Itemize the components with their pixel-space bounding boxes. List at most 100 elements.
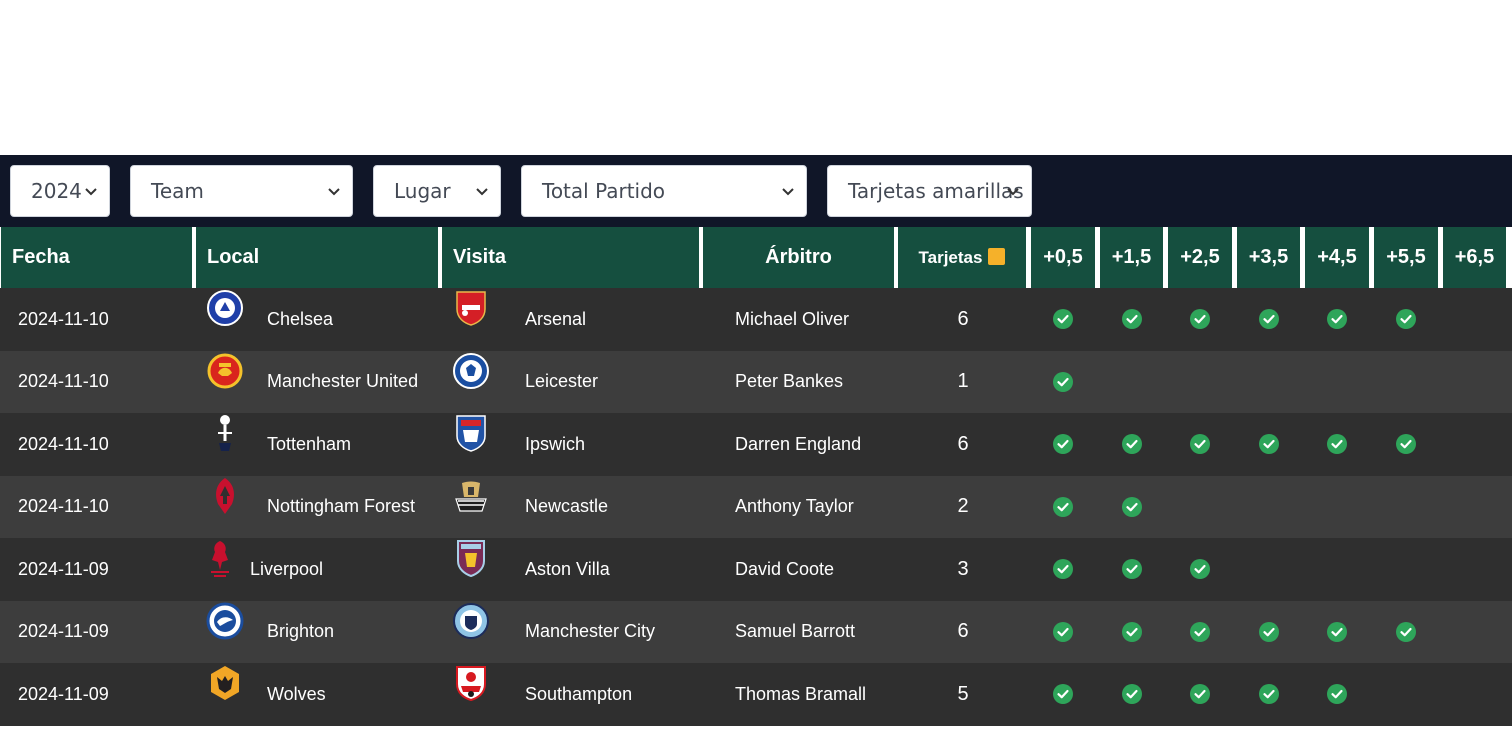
match-date: 2024-11-10 <box>18 433 109 454</box>
aston-villa-crest-icon <box>451 538 491 578</box>
away-team-name[interactable]: Ipswich <box>525 413 585 476</box>
match-date: 2024-11-09 <box>18 621 109 642</box>
check-icon <box>1122 434 1142 454</box>
cards-count: 1 <box>957 370 969 393</box>
header-threshold-4[interactable]: +4,5 <box>1305 227 1369 288</box>
place-select[interactable]: Lugar <box>373 165 501 217</box>
match-date: 2024-11-10 <box>18 371 109 392</box>
stat-select[interactable]: Tarjetas amarillas <box>827 165 1032 217</box>
check-icon <box>1190 309 1210 329</box>
check-icon <box>1053 309 1073 329</box>
check-icon <box>1259 684 1279 704</box>
team-select-value: Team <box>151 179 204 203</box>
cards-count: 6 <box>957 432 969 455</box>
newcastle-crest-icon <box>451 476 491 516</box>
header-threshold-6[interactable]: +6,5 <box>1443 227 1506 288</box>
table-row[interactable]: 2024-11-09 Brighton Manchester City Samuel … <box>0 600 1512 664</box>
liverpool-crest-icon <box>200 538 240 578</box>
manchester-united-crest-icon <box>205 351 245 391</box>
cards-count: 2 <box>957 495 969 518</box>
check-icon <box>1122 621 1142 642</box>
check-icon <box>1396 434 1416 454</box>
referee-name[interactable]: Michael Oliver <box>735 288 849 351</box>
chevron-down-icon <box>474 166 490 216</box>
check-icon <box>1327 684 1347 704</box>
check-icon <box>1053 684 1073 704</box>
table-row[interactable]: 2024-11-10 Tottenham Ipswich Darren England… <box>0 413 1512 476</box>
header-visita[interactable]: Visita <box>442 227 699 288</box>
place-select-value: Lugar <box>394 179 451 203</box>
check-icon <box>1259 434 1279 454</box>
chevron-down-icon <box>1005 166 1021 216</box>
arsenal-crest-icon <box>451 288 491 328</box>
leicester-crest-icon <box>451 351 491 391</box>
match-date: 2024-11-10 <box>18 308 109 329</box>
match-date: 2024-11-10 <box>18 496 109 517</box>
check-icon <box>1327 309 1347 329</box>
header-threshold-3[interactable]: +3,5 <box>1237 227 1300 288</box>
header-arbitro[interactable]: Árbitro <box>703 227 894 288</box>
header-threshold-0[interactable]: +0,5 <box>1031 227 1095 288</box>
match-date: 2024-11-09 <box>18 558 109 579</box>
header-threshold-5[interactable]: +5,5 <box>1374 227 1438 288</box>
referee-name[interactable]: Thomas Bramall <box>735 663 866 726</box>
check-icon <box>1190 684 1210 704</box>
referee-name[interactable]: Samuel Barrott <box>735 601 855 664</box>
home-team-name[interactable]: Chelsea <box>267 288 333 351</box>
check-icon <box>1122 684 1142 704</box>
stat-select-value: Tarjetas amarillas <box>848 179 1024 203</box>
tottenham-crest-icon <box>205 413 245 453</box>
header-threshold-1[interactable]: +1,5 <box>1100 227 1163 288</box>
home-team-name[interactable]: Manchester United <box>267 351 418 414</box>
ipswich-crest-icon <box>451 413 491 453</box>
manchester-city-crest-icon <box>451 601 491 641</box>
check-icon <box>1259 621 1279 642</box>
away-team-name[interactable]: Arsenal <box>525 288 586 351</box>
away-team-name[interactable]: Newcastle <box>525 476 608 539</box>
southampton-crest-icon <box>451 663 491 703</box>
referee-name[interactable]: Peter Bankes <box>735 351 843 414</box>
table-row[interactable]: 2024-11-10 Chelsea Arsenal Michael Oliver 6 <box>0 288 1512 351</box>
table-row[interactable]: 2024-11-10 Nottingham Forest Newcastle Anth… <box>0 475 1512 539</box>
home-team-name[interactable]: Tottenham <box>267 413 351 476</box>
header-tarjetas[interactable]: Tarjetas <box>898 227 1026 288</box>
home-team-name[interactable]: Nottingham Forest <box>267 476 415 539</box>
table-row[interactable]: 2024-11-10 Manchester United Leicester Pete… <box>0 350 1512 414</box>
table-row[interactable]: 2024-11-09 Wolves Southampton Thomas Bramal… <box>0 663 1512 726</box>
check-icon <box>1259 309 1279 329</box>
header-fecha[interactable]: Fecha <box>1 227 192 288</box>
year-select-value: 2024 <box>31 179 82 203</box>
check-icon <box>1053 434 1073 454</box>
check-icon <box>1190 434 1210 454</box>
scope-select[interactable]: Total Partido <box>521 165 807 217</box>
chevron-down-icon <box>83 166 99 216</box>
referee-name[interactable]: David Coote <box>735 538 834 601</box>
page-top-blank <box>0 0 1512 155</box>
yellow-card-icon <box>988 248 1006 265</box>
home-team-name[interactable]: Brighton <box>267 601 334 664</box>
check-icon <box>1053 621 1073 642</box>
referee-name[interactable]: Darren England <box>735 413 861 476</box>
home-team-name[interactable]: Wolves <box>267 663 326 726</box>
scope-select-value: Total Partido <box>542 179 666 203</box>
home-team-name[interactable]: Liverpool <box>250 538 323 601</box>
chelsea-crest-icon <box>205 288 245 328</box>
referee-name[interactable]: Anthony Taylor <box>735 476 854 539</box>
away-team-name[interactable]: Manchester City <box>525 601 655 664</box>
check-icon <box>1327 621 1347 642</box>
chevron-down-icon <box>780 166 796 216</box>
check-icon <box>1122 496 1142 517</box>
year-select[interactable]: 2024 <box>10 165 110 217</box>
check-icon <box>1053 496 1073 517</box>
away-team-name[interactable]: Leicester <box>525 351 598 414</box>
away-team-name[interactable]: Aston Villa <box>525 538 610 601</box>
team-select[interactable]: Team <box>130 165 353 217</box>
header-local[interactable]: Local <box>196 227 438 288</box>
match-date: 2024-11-09 <box>18 683 109 704</box>
header-threshold-2[interactable]: +2,5 <box>1168 227 1232 288</box>
away-team-name[interactable]: Southampton <box>525 663 632 726</box>
table-row[interactable]: 2024-11-09 Liverpool Aston Villa David Coot… <box>0 538 1512 601</box>
check-icon <box>1053 559 1073 579</box>
brighton-crest-icon <box>205 601 245 641</box>
nottingham-forest-crest-icon <box>205 476 245 516</box>
